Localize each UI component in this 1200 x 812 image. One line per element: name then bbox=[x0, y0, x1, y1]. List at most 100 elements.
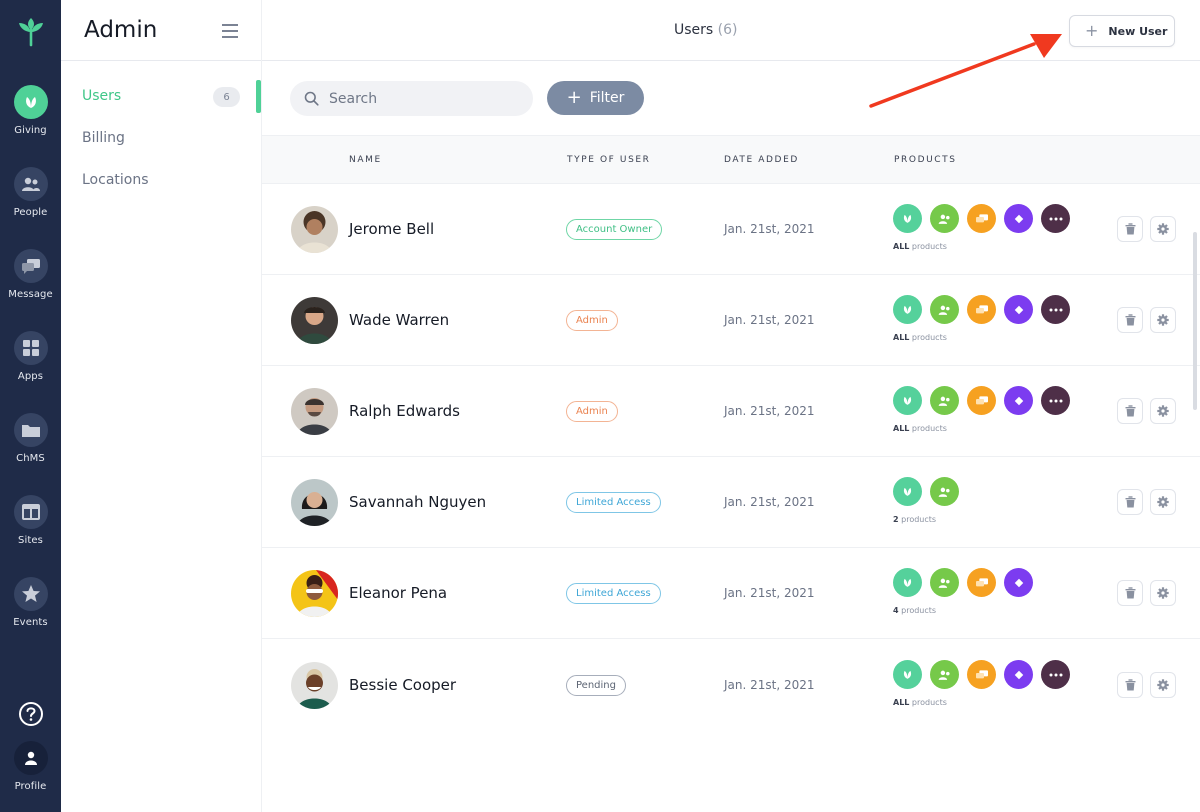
user-settings-button[interactable] bbox=[1150, 580, 1176, 606]
page-title-count: (6) bbox=[717, 22, 738, 38]
rail-item-apps[interactable]: Apps bbox=[0, 331, 61, 382]
user-settings-button[interactable] bbox=[1150, 489, 1176, 515]
products-suffix: products bbox=[909, 424, 947, 433]
date-added: Jan. 21st, 2021 bbox=[724, 222, 815, 236]
date-added: Jan. 21st, 2021 bbox=[724, 678, 815, 692]
rail-item-events[interactable]: Events bbox=[0, 577, 61, 628]
products-label: ALL products bbox=[893, 424, 947, 433]
sidebar-item-billing[interactable]: Billing bbox=[82, 130, 125, 146]
delete-user-button[interactable] bbox=[1117, 672, 1143, 698]
user-name[interactable]: Ralph Edwards bbox=[349, 402, 460, 420]
column-header-date[interactable]: DATE ADDED bbox=[724, 155, 799, 165]
people-product-icon bbox=[930, 386, 959, 415]
people-product-icon bbox=[930, 660, 959, 689]
gear-icon bbox=[1157, 587, 1169, 599]
trash-icon bbox=[1125, 223, 1135, 235]
avatar bbox=[291, 662, 338, 709]
delete-user-button[interactable] bbox=[1117, 307, 1143, 333]
gear-icon bbox=[1157, 679, 1169, 691]
page-title: Users (6) bbox=[674, 22, 738, 38]
rail-item-giving[interactable]: Giving bbox=[0, 85, 61, 136]
rail-label: ChMS bbox=[16, 453, 45, 464]
chms-product-icon bbox=[1041, 660, 1070, 689]
scrollbar-thumb[interactable] bbox=[1193, 232, 1197, 410]
user-settings-button[interactable] bbox=[1150, 307, 1176, 333]
menu-toggle-icon[interactable] bbox=[222, 24, 238, 38]
apps-product-icon bbox=[1004, 660, 1033, 689]
products-count: ALL bbox=[893, 333, 910, 342]
sidebar-header: Admin bbox=[61, 0, 261, 61]
apps-icon bbox=[13, 331, 48, 365]
giving-product-icon bbox=[893, 660, 922, 689]
sidebar-item-locations[interactable]: Locations bbox=[82, 172, 149, 188]
panel-header: Users (6) + New User bbox=[262, 0, 1200, 61]
rail-item-people[interactable]: People bbox=[0, 167, 61, 218]
message-product-icon bbox=[967, 660, 996, 689]
people-product-icon bbox=[930, 568, 959, 597]
giving-product-icon bbox=[893, 568, 922, 597]
product-icons bbox=[893, 386, 1070, 415]
products-suffix: products bbox=[898, 515, 937, 524]
user-settings-button[interactable] bbox=[1150, 216, 1176, 242]
products-count: ALL bbox=[893, 698, 910, 707]
new-user-button[interactable]: + New User bbox=[1069, 15, 1175, 47]
apps-product-icon bbox=[1004, 568, 1033, 597]
user-name[interactable]: Jerome Bell bbox=[349, 220, 434, 238]
filter-button[interactable]: + Filter bbox=[547, 81, 644, 115]
rail-item-chms[interactable]: ChMS bbox=[0, 413, 61, 464]
products-label: 2 products bbox=[893, 515, 936, 524]
avatar bbox=[291, 570, 338, 617]
help-icon bbox=[14, 697, 48, 731]
sidebar-item-users[interactable]: Users bbox=[82, 88, 121, 104]
user-name[interactable]: Bessie Cooper bbox=[349, 676, 456, 694]
people-product-icon bbox=[930, 204, 959, 233]
products-label: ALL products bbox=[893, 698, 947, 707]
rail-label: Sites bbox=[18, 535, 43, 546]
delete-user-button[interactable] bbox=[1117, 580, 1143, 606]
rail-label: Events bbox=[13, 617, 48, 628]
product-icons bbox=[893, 660, 1070, 689]
delete-user-button[interactable] bbox=[1117, 216, 1143, 242]
rail-item-profile[interactable]: Profile bbox=[0, 741, 61, 792]
giving-product-icon bbox=[893, 386, 922, 415]
table-row[interactable]: Eleanor Pena Limited Access Jan. 21st, 2… bbox=[262, 548, 1200, 639]
table-row[interactable]: Bessie Cooper Pending Jan. 21st, 2021 AL… bbox=[262, 640, 1200, 731]
column-header-name[interactable]: NAME bbox=[349, 155, 382, 165]
rail-item-message[interactable]: Message bbox=[0, 249, 61, 300]
delete-user-button[interactable] bbox=[1117, 398, 1143, 424]
search-input[interactable] bbox=[329, 90, 519, 107]
message-product-icon bbox=[967, 295, 996, 324]
giving-icon bbox=[13, 85, 48, 119]
delete-user-button[interactable] bbox=[1117, 489, 1143, 515]
search-box[interactable] bbox=[290, 81, 533, 116]
table-row[interactable]: Jerome Bell Account Owner Jan. 21st, 202… bbox=[262, 184, 1200, 275]
user-name[interactable]: Savannah Nguyen bbox=[349, 493, 486, 511]
column-header-type[interactable]: TYPE OF USER bbox=[567, 155, 651, 165]
user-name[interactable]: Wade Warren bbox=[349, 311, 449, 329]
search-icon bbox=[304, 91, 319, 106]
chms-product-icon bbox=[1041, 204, 1070, 233]
user-settings-button[interactable] bbox=[1150, 672, 1176, 698]
chms-product-icon bbox=[1041, 386, 1070, 415]
product-icons bbox=[893, 568, 1033, 597]
user-settings-button[interactable] bbox=[1150, 398, 1176, 424]
products-suffix: products bbox=[898, 606, 937, 615]
products-count: ALL bbox=[893, 424, 910, 433]
events-icon bbox=[13, 577, 48, 611]
plus-icon: + bbox=[566, 87, 582, 108]
gear-icon bbox=[1157, 496, 1169, 508]
table-row[interactable]: Savannah Nguyen Limited Access Jan. 21st… bbox=[262, 457, 1200, 548]
user-name[interactable]: Eleanor Pena bbox=[349, 584, 447, 602]
people-product-icon bbox=[930, 477, 959, 506]
plus-icon: + bbox=[1085, 21, 1099, 40]
help-button[interactable] bbox=[0, 697, 61, 731]
profile-icon bbox=[13, 741, 48, 775]
table-row[interactable]: Wade Warren Admin Jan. 21st, 2021 ALL pr… bbox=[262, 275, 1200, 366]
users-panel: Users (6) + New User + Filter NAME TYPE … bbox=[261, 0, 1200, 812]
rail-item-sites[interactable]: Sites bbox=[0, 495, 61, 546]
table-row[interactable]: Ralph Edwards Admin Jan. 21st, 2021 ALL … bbox=[262, 366, 1200, 457]
user-type-badge: Limited Access bbox=[566, 583, 661, 604]
chms-product-icon bbox=[1041, 295, 1070, 324]
brand-logo-icon[interactable] bbox=[0, 10, 61, 52]
column-header-products[interactable]: PRODUCTS bbox=[894, 155, 957, 165]
